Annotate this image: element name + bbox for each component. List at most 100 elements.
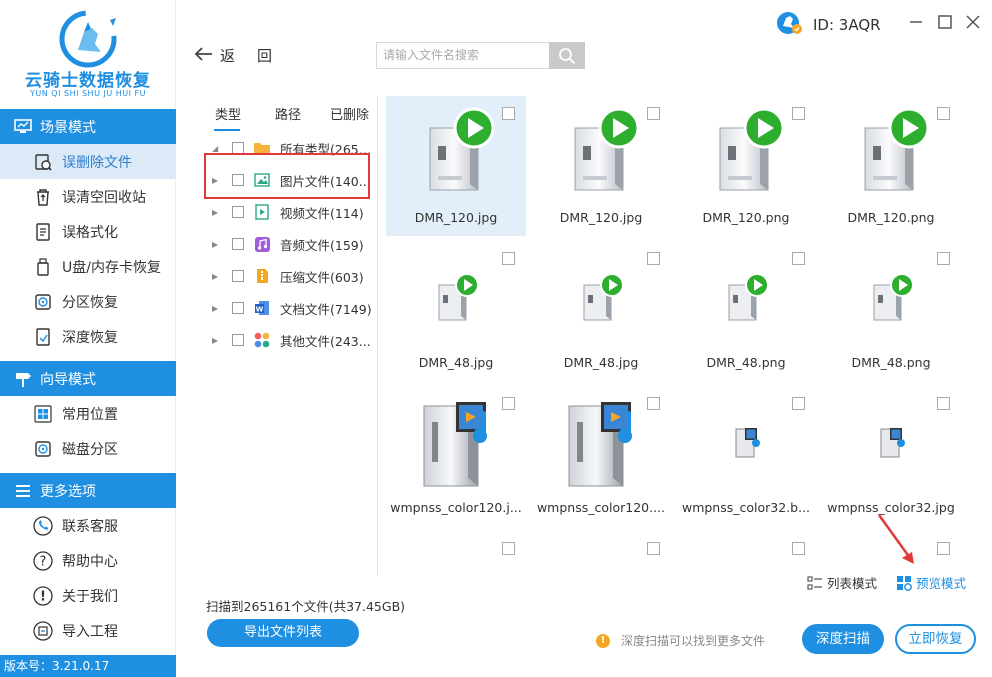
- nav-common-locations[interactable]: 常用位置: [0, 396, 176, 431]
- recover-now-button[interactable]: 立即恢复: [895, 624, 976, 654]
- nav-format[interactable]: 误格式化: [0, 214, 176, 249]
- disk-icon: [33, 439, 53, 459]
- checkbox[interactable]: [232, 302, 244, 314]
- video-icon: [253, 204, 271, 220]
- deep-scan-hint: ! 深度扫描可以找到更多文件: [596, 632, 765, 649]
- export-file-list-button[interactable]: 导出文件列表: [207, 619, 359, 647]
- file-name: DMR_120.png: [847, 210, 935, 225]
- deep-recovery-icon: [33, 327, 53, 347]
- file-thumbnail: [531, 249, 671, 344]
- back-extra-label[interactable]: 回: [257, 45, 272, 66]
- knight-logo-icon: [59, 10, 117, 68]
- nav-deleted-files[interactable]: 误删除文件: [0, 144, 176, 179]
- file-tile[interactable]: DMR_48.jpg: [531, 241, 671, 381]
- warning-icon: !: [596, 633, 610, 648]
- file-thumbnail: [821, 249, 961, 344]
- file-tile[interactable]: wmpnss_color32.b...: [676, 386, 816, 526]
- section-title: 场景模式: [40, 119, 96, 136]
- expand-arrow-icon[interactable]: ▶: [212, 304, 224, 313]
- back-label: 返: [220, 46, 236, 65]
- nav-label: 磁盘分区: [62, 441, 118, 458]
- nav-label: 导入工程: [62, 623, 118, 640]
- tree-row-other[interactable]: ▶ 其他文件(243...: [202, 324, 378, 356]
- file-tile[interactable]: wmpnss_color32.jpg: [821, 386, 961, 526]
- deep-scan-button[interactable]: 深度扫描: [802, 624, 884, 654]
- format-icon: [33, 222, 53, 242]
- file-tile[interactable]: DMR_48.png: [676, 241, 816, 381]
- file-tile[interactable]: [531, 531, 671, 564]
- file-thumbnail: [531, 394, 671, 489]
- maximize-icon: [938, 15, 952, 29]
- expand-arrow-icon[interactable]: ▶: [212, 208, 224, 217]
- nav-label: 帮助中心: [62, 553, 118, 570]
- file-name: DMR_120.png: [702, 210, 790, 225]
- back-arrow-icon: [194, 43, 214, 67]
- nav-label: 联系客服: [62, 518, 118, 535]
- expand-arrow-icon[interactable]: ▶: [212, 336, 224, 345]
- nav-usb-recovery[interactable]: U盘/内存卡恢复: [0, 249, 176, 284]
- file-tile[interactable]: DMR_120.png: [676, 96, 816, 236]
- nav-label: 分区恢复: [62, 294, 118, 311]
- brand-subtitle: YUN QI SHI SHU JU HUI FU: [30, 89, 146, 98]
- tree-row-archives[interactable]: ▶ 压缩文件(603): [202, 260, 378, 292]
- preview-mode-button[interactable]: 预览模式: [896, 573, 966, 592]
- file-thumbnail: [821, 394, 961, 489]
- nav-help-center[interactable]: ? 帮助中心: [0, 543, 176, 578]
- expand-arrow-icon[interactable]: ▶: [212, 240, 224, 249]
- nav-import-project[interactable]: 导入工程: [0, 613, 176, 648]
- nav-partition-recovery[interactable]: 分区恢复: [0, 284, 176, 319]
- checkbox[interactable]: [232, 238, 244, 250]
- tab-deleted[interactable]: 已删除: [330, 104, 369, 123]
- file-name: DMR_48.png: [851, 355, 931, 370]
- tree-row-audio[interactable]: ▶ 音频文件(159): [202, 228, 378, 260]
- search-input[interactable]: 请输入文件名搜索: [376, 42, 550, 69]
- info-icon: !: [33, 585, 53, 606]
- file-tile[interactable]: DMR_120.jpg: [386, 96, 526, 236]
- sidebar: 云骑士数据恢复 YUN QI SHI SHU JU HUI FU 场景模式 误删…: [0, 0, 176, 677]
- file-tile[interactable]: DMR_120.jpg: [531, 96, 671, 236]
- phone-icon: [33, 515, 53, 536]
- annotation-arrow-icon: [877, 514, 914, 564]
- nav-label: 误删除文件: [62, 154, 132, 171]
- document-icon: W: [253, 300, 271, 316]
- maximize-button[interactable]: [935, 12, 955, 32]
- file-tile[interactable]: DMR_120.png: [821, 96, 961, 236]
- nav-recycle-bin[interactable]: 误清空回收站: [0, 179, 176, 214]
- archive-icon: [253, 268, 271, 284]
- checkbox[interactable]: [232, 270, 244, 282]
- collapse-arrow-icon[interactable]: ◢: [212, 144, 224, 153]
- nav-label: 误格式化: [62, 224, 118, 241]
- checkbox[interactable]: [232, 206, 244, 218]
- nav-about-us[interactable]: ! 关于我们: [0, 578, 176, 613]
- file-name: DMR_48.jpg: [418, 355, 494, 370]
- windows-icon: [33, 404, 53, 424]
- tab-type[interactable]: 类型: [215, 104, 241, 123]
- nav-disk-partition[interactable]: 磁盘分区: [0, 431, 176, 466]
- file-tile[interactable]: wmpnss_color120.j...: [386, 386, 526, 526]
- close-button[interactable]: [963, 12, 983, 32]
- tree-row-documents[interactable]: ▶ W 文档文件(7149): [202, 292, 378, 324]
- file-tile[interactable]: DMR_48.png: [821, 241, 961, 381]
- file-name: wmpnss_color120....: [536, 500, 666, 515]
- file-tile[interactable]: [386, 531, 526, 564]
- file-tile[interactable]: [676, 531, 816, 564]
- nav-deep-recovery[interactable]: 深度恢复: [0, 319, 176, 354]
- tree-row-videos[interactable]: ▶ 视频文件(114): [202, 196, 378, 228]
- user-id-box[interactable]: ID: 3AQR: [775, 10, 881, 40]
- svg-text:!: !: [40, 589, 46, 604]
- search-button[interactable]: [549, 42, 585, 69]
- back-button[interactable]: 返: [194, 43, 235, 67]
- minimize-button[interactable]: [906, 12, 926, 32]
- active-tab-indicator: [214, 129, 240, 131]
- list-mode-button[interactable]: 列表模式: [807, 573, 877, 592]
- nav-contact-support[interactable]: 联系客服: [0, 508, 176, 543]
- expand-arrow-icon[interactable]: ▶: [212, 272, 224, 281]
- file-tile[interactable]: DMR_48.jpg: [386, 241, 526, 381]
- partition-icon: [33, 292, 53, 312]
- list-mode-label: 列表模式: [827, 576, 878, 591]
- tab-path[interactable]: 路径: [275, 104, 301, 123]
- file-name: DMR_48.jpg: [563, 355, 639, 370]
- hint-text: 深度扫描可以找到更多文件: [621, 634, 766, 648]
- checkbox[interactable]: [232, 334, 244, 346]
- file-tile[interactable]: wmpnss_color120....: [531, 386, 671, 526]
